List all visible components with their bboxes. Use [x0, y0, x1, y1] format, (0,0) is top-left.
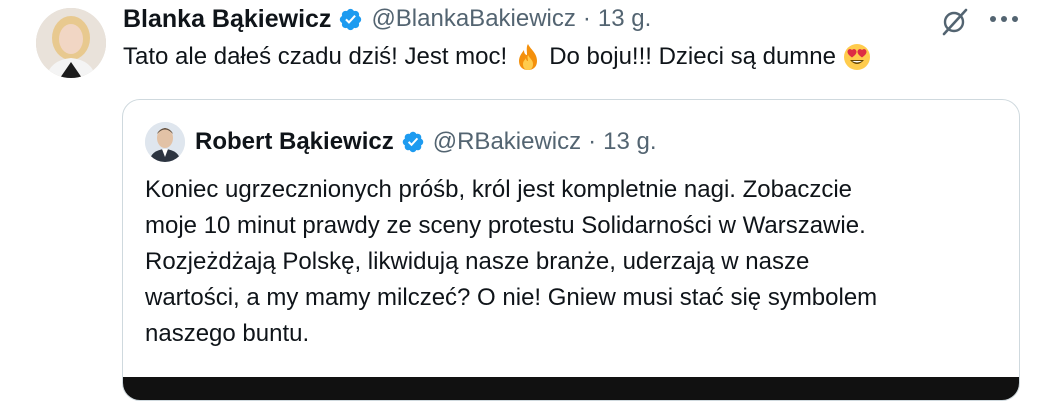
author-handle[interactable]: @BlankaBakiewicz — [371, 5, 575, 33]
tweet-text-part1: Tato ale dałeś czadu dziś! Jest moc! — [123, 43, 508, 70]
quoted-tweet-text: Koniec ugrzecznionych próśb, król jest k… — [145, 172, 1005, 352]
tweet-header: Blanka Bąkiewicz @BlankaBakiewicz · 13 g… — [123, 4, 1047, 34]
grok-icon[interactable] — [938, 6, 970, 38]
author-avatar[interactable] — [36, 8, 106, 78]
quoted-text-line: Rozjeżdżają Polskę, likwidują nasze bran… — [145, 248, 810, 275]
quoted-text-line: naszego buntu. — [145, 320, 310, 347]
quoted-verified-badge-icon[interactable] — [401, 130, 425, 154]
quoted-tweet-card[interactable]: Robert Bąkiewicz @RBakiewicz · 13 g. Kon… — [122, 99, 1020, 401]
more-icon[interactable] — [986, 6, 1022, 32]
quoted-tweet-header: Robert Bąkiewicz @RBakiewicz · 13 g. — [145, 122, 657, 162]
quoted-text-line: moje 10 minut prawdy ze sceny protestu S… — [145, 212, 866, 239]
timestamp[interactable]: 13 g. — [598, 5, 651, 33]
quoted-author-handle[interactable]: @RBakiewicz — [433, 128, 581, 156]
separator-dot: · — [582, 5, 591, 32]
author-name[interactable]: Blanka Bąkiewicz — [123, 5, 331, 34]
quoted-media-preview[interactable] — [123, 377, 1019, 400]
tweet-text-part2: Do boju!!! Dzieci są dumne — [549, 43, 836, 70]
quoted-author-name[interactable]: Robert Bąkiewicz — [195, 128, 394, 156]
quoted-timestamp[interactable]: 13 g. — [603, 128, 656, 156]
fire-emoji — [513, 42, 543, 72]
heart-eyes-emoji — [842, 42, 872, 72]
quoted-separator-dot: · — [588, 128, 597, 155]
tweet-text: Tato ale dałeś czadu dziś! Jest moc! Do … — [123, 42, 878, 72]
quoted-text-line: Koniec ugrzecznionych próśb, król jest k… — [145, 176, 853, 203]
verified-badge-icon[interactable] — [338, 7, 363, 32]
quoted-text-line: wartości, a my mamy milczeć? O nie! Gnie… — [145, 284, 878, 311]
quoted-author-avatar[interactable] — [145, 122, 185, 162]
